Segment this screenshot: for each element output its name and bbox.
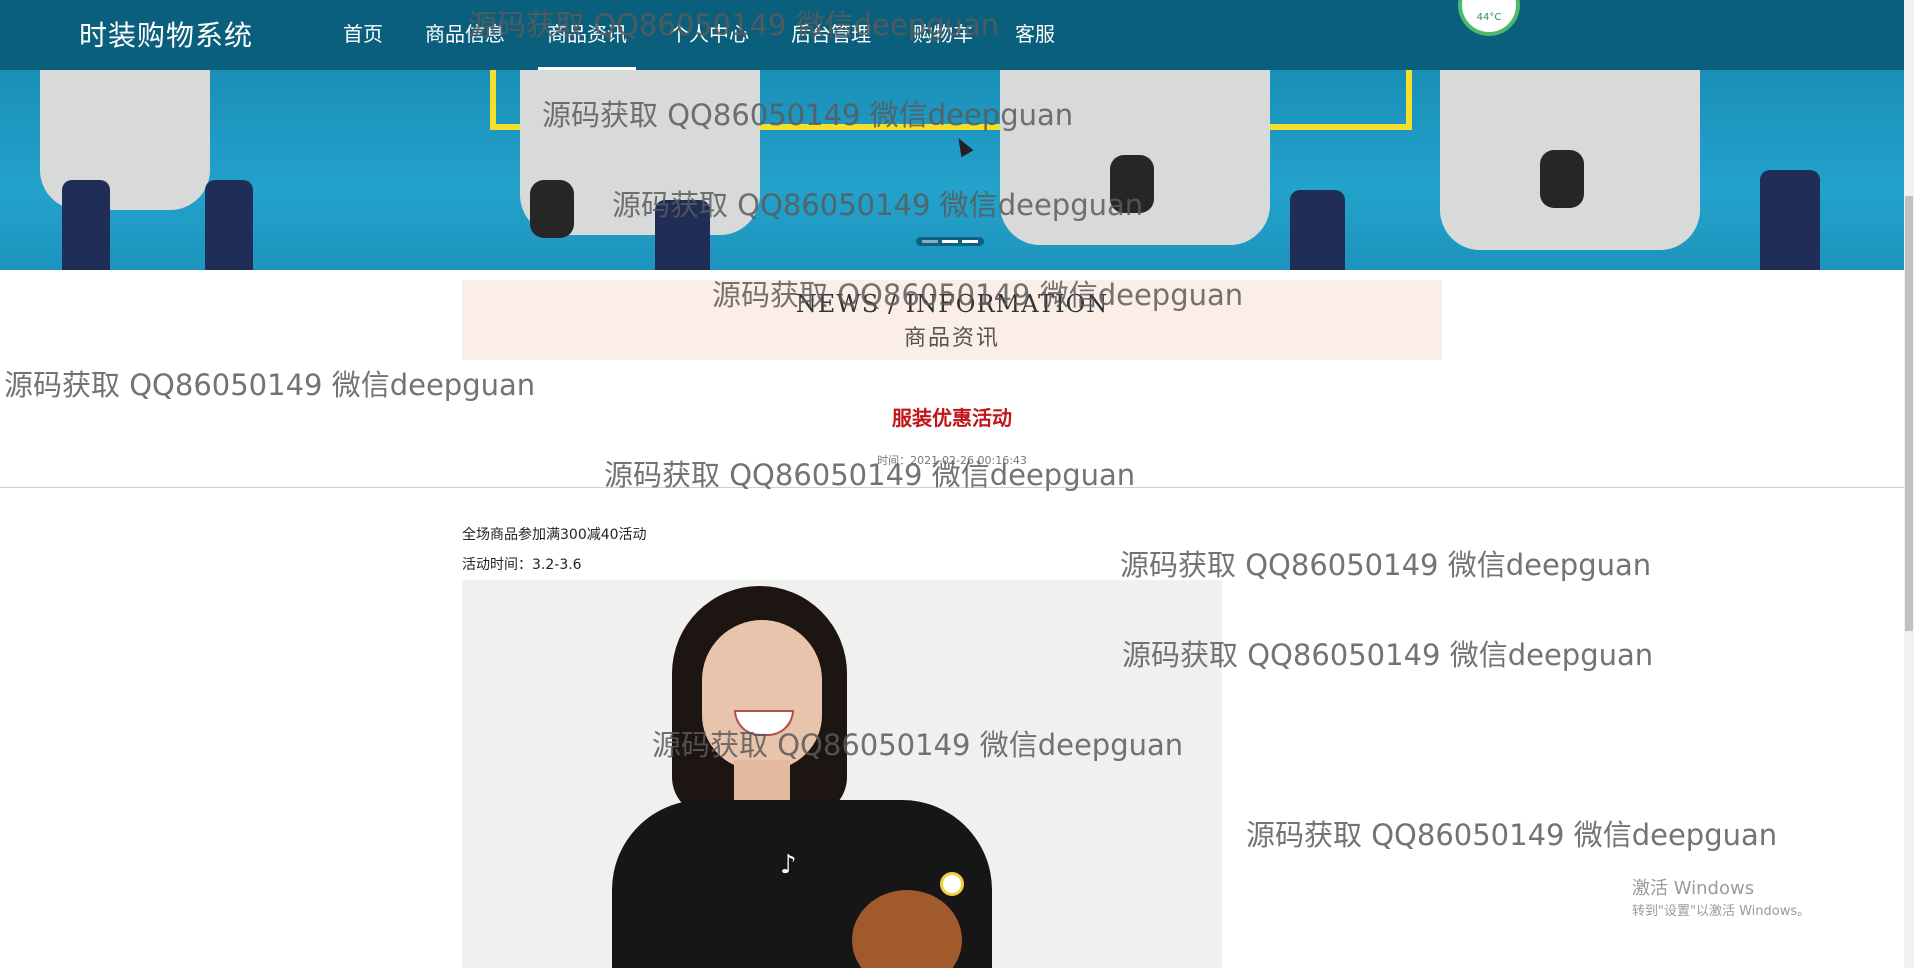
article-title: 服装优惠活动 [892,406,1012,430]
watermark: 源码获取 QQ86050149 微信deepguan [652,728,1184,762]
scrollbar-thumb[interactable] [1905,196,1913,631]
carousel-dot[interactable] [922,240,938,243]
nav-home[interactable]: 首页 [322,0,404,70]
watermark: 源码获取 QQ86050149 微信deepguan [4,368,536,402]
banner-bag [1540,150,1584,208]
banner-model-leg [62,180,110,270]
activate-windows-subtitle: 转到"设置"以激活 Windows。 [1632,904,1811,919]
page-scrollbar[interactable] [1904,0,1914,968]
article-paragraph: 全场商品参加满300减40活动 [462,527,647,543]
watermark: 源码获取 QQ86050149 微信deepguan [612,188,1144,222]
banner-model-leg [1760,170,1820,270]
watermark: 源码获取 QQ86050149 微信deepguan [1246,818,1778,852]
banner-bag [530,180,574,238]
watermark: 源码获取 QQ86050149 微信deepguan [468,8,1000,42]
activate-windows-title: 激活 Windows [1632,878,1755,899]
watermark: 源码获取 QQ86050149 微信deepguan [604,458,1136,492]
carousel-dots [916,237,984,246]
news-cn-title: 商品资讯 [903,326,1000,351]
widget-temp-label: 44°C [1476,12,1502,23]
site-brand[interactable]: 时装购物系统 [79,14,253,54]
watermark: 源码获取 QQ86050149 微信deepguan [542,98,1074,132]
banner-model-leg [1290,190,1345,270]
music-note-icon: ♪ [780,850,797,880]
watermark: 源码获取 QQ86050149 微信deepguan [712,278,1244,312]
watermark: 源码获取 QQ86050149 微信deepguan [1120,548,1652,582]
article-image: ♪ [462,580,1222,968]
image-flower-icon [940,872,964,896]
banner-model-leg [205,180,253,270]
article-paragraph: 活动时间：3.2-3.6 [462,557,582,573]
carousel-dot[interactable] [962,240,978,243]
watermark: 源码获取 QQ86050149 微信deepguan [1122,638,1654,672]
nav-service[interactable]: 客服 [994,0,1076,70]
carousel-dot-active[interactable] [942,240,958,243]
